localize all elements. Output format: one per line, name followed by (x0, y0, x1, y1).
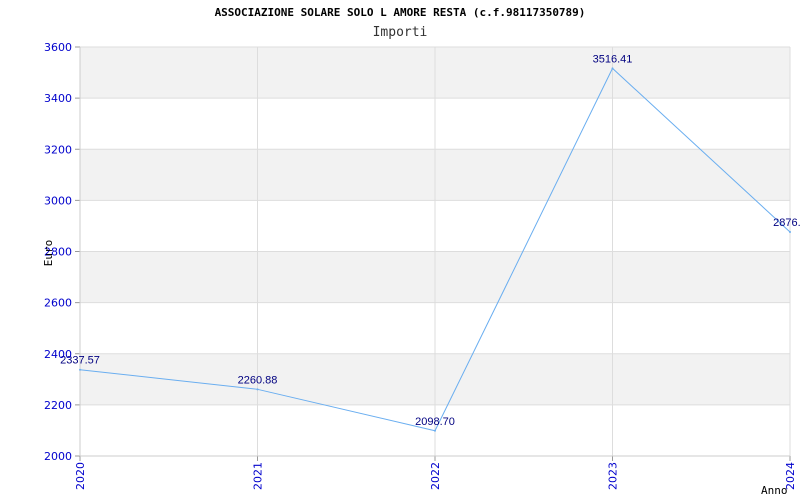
y-tick-label: 2600 (44, 297, 72, 310)
x-tick-labels: 2020 2021 2022 2023 2024 (74, 462, 797, 490)
y-tick-label: 3000 (44, 194, 72, 207)
x-tick-label: 2023 (607, 462, 620, 490)
y-tick-label: 2000 (44, 450, 72, 463)
data-label: 3516.41 (593, 53, 633, 65)
y-axis-title: Euro (42, 240, 55, 267)
data-label: 2876.4 (773, 217, 800, 229)
line-chart: 2337.572260.882098.703516.412876.4 20002… (42, 41, 800, 497)
data-point (434, 429, 436, 432)
data-point (256, 388, 259, 391)
data-label: 2260.88 (238, 374, 278, 386)
data-point (789, 230, 791, 233)
x-tick-label: 2021 (252, 462, 265, 490)
data-point (611, 67, 614, 70)
y-tick-label: 2200 (44, 399, 72, 412)
data-point (79, 368, 81, 371)
x-tick-label: 2022 (429, 462, 442, 490)
x-axis-title: Anno (761, 484, 788, 497)
y-tick-label: 3200 (44, 143, 72, 156)
y-tick-label: 3600 (44, 41, 72, 54)
y-tick-label: 2400 (44, 348, 72, 361)
y-tick-label: 3400 (44, 92, 72, 105)
x-tick-label: 2020 (74, 462, 87, 490)
data-label: 2098.70 (415, 416, 455, 428)
